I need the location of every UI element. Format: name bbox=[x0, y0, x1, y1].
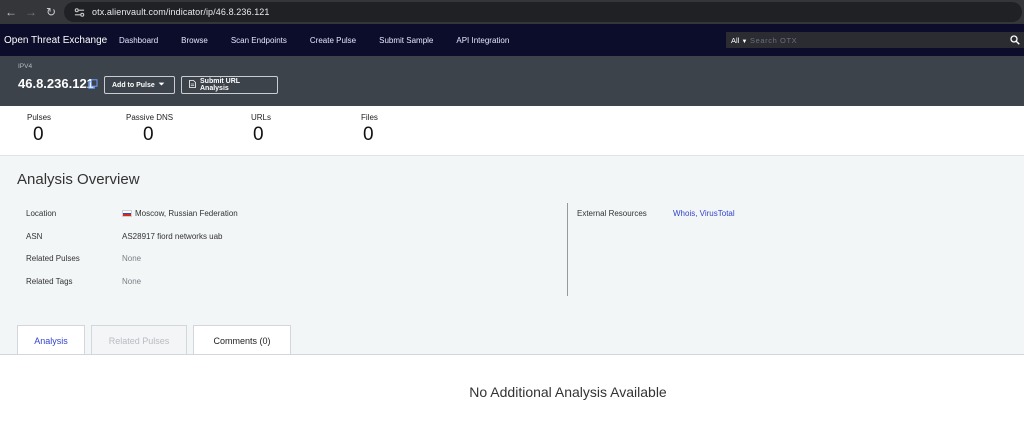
nav-dashboard[interactable]: Dashboard bbox=[119, 36, 158, 45]
nav-create-pulse[interactable]: Create Pulse bbox=[310, 36, 356, 45]
search-bar: All ▼ Search OTX bbox=[726, 32, 1024, 48]
url-text: otx.alienvault.com/indicator/ip/46.8.236… bbox=[92, 7, 270, 17]
search-scope-label: All bbox=[731, 35, 740, 45]
stat-value: 0 bbox=[253, 124, 264, 145]
asn-row: ASN AS28917 fiord networks uab bbox=[26, 232, 223, 241]
stats-bar: Pulses 0 Passive DNS 0 URLs 0 Files 0 bbox=[0, 106, 1024, 156]
nav-browse[interactable]: Browse bbox=[181, 36, 208, 45]
nav-api-integration[interactable]: API Integration bbox=[456, 36, 509, 45]
brand-logo[interactable]: Open Threat Exchange bbox=[0, 35, 114, 46]
stat-label: Pulses bbox=[27, 113, 52, 122]
submit-url-analysis-button[interactable]: Submit URL Analysis bbox=[181, 76, 278, 94]
related-tags-value: None bbox=[122, 277, 142, 286]
related-pulses-value: None bbox=[122, 254, 142, 263]
related-pulses-label: Related Pulses bbox=[26, 254, 80, 263]
related-tags-label: Related Tags bbox=[26, 277, 73, 286]
forward-icon[interactable]: → bbox=[21, 2, 41, 22]
location-text: Moscow, Russian Federation bbox=[135, 209, 238, 218]
site-info-icon[interactable] bbox=[72, 5, 86, 19]
chevron-down-icon: ⏷ bbox=[158, 81, 165, 88]
reload-icon[interactable]: ↻ bbox=[41, 2, 61, 22]
asn-value: AS28917 fiord networks uab bbox=[122, 232, 223, 241]
document-icon bbox=[189, 80, 196, 90]
copy-icon[interactable] bbox=[88, 79, 98, 92]
indicator-header: IPV4 46.8.236.121 Add to Pulse ⏷ Submit … bbox=[0, 56, 1024, 106]
stat-label: Passive DNS bbox=[126, 113, 174, 122]
stat-urls[interactable]: URLs 0 bbox=[251, 113, 271, 146]
caret-down-icon: ▼ bbox=[741, 38, 748, 45]
column-divider bbox=[567, 203, 568, 296]
location-value: Moscow, Russian Federation bbox=[122, 209, 238, 218]
external-resources-label: External Resources bbox=[577, 209, 647, 218]
search-input[interactable]: Search OTX bbox=[750, 36, 797, 45]
tab-related-pulses[interactable]: Related Pulses bbox=[91, 325, 187, 355]
stat-pulses[interactable]: Pulses 0 bbox=[27, 113, 51, 146]
external-resources-row: External Resources Whois, VirusTotal bbox=[577, 209, 735, 218]
related-pulses-row: Related Pulses None bbox=[26, 254, 141, 263]
stat-label: Files bbox=[361, 113, 378, 122]
address-bar[interactable]: otx.alienvault.com/indicator/ip/46.8.236… bbox=[64, 2, 1022, 22]
add-to-pulse-button[interactable]: Add to Pulse ⏷ bbox=[104, 76, 175, 94]
stat-files[interactable]: Files 0 bbox=[361, 113, 378, 146]
location-label: Location bbox=[26, 209, 57, 218]
russia-flag-icon bbox=[122, 210, 132, 217]
indicator-value: 46.8.236.121 bbox=[18, 76, 94, 91]
top-navigation: Open Threat Exchange Dashboard Browse Sc… bbox=[0, 24, 1024, 56]
empty-state-message: No Additional Analysis Available bbox=[469, 384, 667, 400]
stat-label: URLs bbox=[251, 113, 272, 122]
asn-label: ASN bbox=[26, 232, 43, 241]
browser-toolbar: ← → ↻ otx.alienvault.com/indicator/ip/46… bbox=[0, 0, 1024, 24]
nav-submit-sample[interactable]: Submit Sample bbox=[379, 36, 433, 45]
back-icon[interactable]: ← bbox=[1, 2, 21, 22]
submit-url-analysis-label: Submit URL Analysis bbox=[200, 78, 240, 92]
tab-comments[interactable]: Comments (0) bbox=[193, 325, 291, 355]
search-scope-dropdown[interactable]: All ▼ bbox=[726, 36, 750, 45]
location-row: Location Moscow, Russian Federation bbox=[26, 209, 238, 218]
external-resources-links[interactable]: Whois, VirusTotal bbox=[673, 209, 735, 218]
tab-analysis[interactable]: Analysis bbox=[17, 325, 85, 355]
section-title: Analysis Overview bbox=[17, 171, 140, 188]
search-icon[interactable] bbox=[1008, 33, 1022, 47]
indicator-type: IPV4 bbox=[18, 63, 33, 70]
add-to-pulse-label: Add to Pulse bbox=[112, 81, 155, 89]
tab-content: No Additional Analysis Available bbox=[0, 354, 1024, 433]
stat-value: 0 bbox=[33, 124, 44, 145]
stat-value: 0 bbox=[143, 124, 154, 145]
nav-scan-endpoints[interactable]: Scan Endpoints bbox=[231, 36, 287, 45]
related-tags-row: Related Tags None bbox=[26, 277, 141, 286]
stat-passive-dns[interactable]: Passive DNS 0 bbox=[126, 113, 173, 146]
stat-value: 0 bbox=[363, 124, 374, 145]
